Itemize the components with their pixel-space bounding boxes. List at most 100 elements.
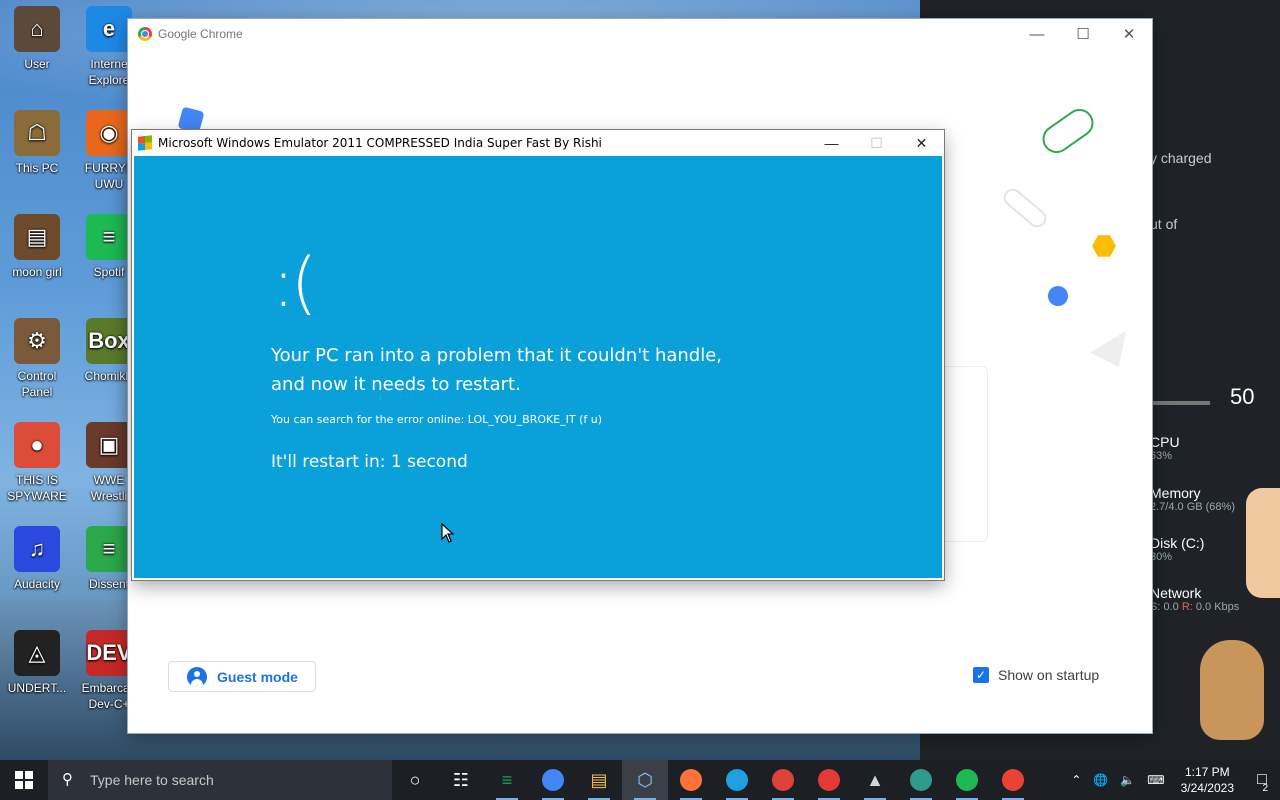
- desktop-app-icon: Box: [86, 318, 132, 364]
- edge-icon: [726, 769, 748, 791]
- desktop-icon[interactable]: ♫ Audacity: [0, 526, 74, 592]
- disk-stat[interactable]: Disk (C:) 30%: [1150, 535, 1204, 563]
- emulator-maximize-button[interactable]: ☐: [854, 130, 899, 156]
- windows-logo-icon: [15, 771, 33, 789]
- chrome-profile-2-icon: [818, 769, 840, 791]
- taskbar-app-button[interactable]: [944, 760, 990, 800]
- guest-mode-label: Guest mode: [217, 668, 298, 685]
- taskbar: ⚲ Type here to search ○ ☷ ≡ ▤ ⬡ ▲ ⌃ 🌐 🔈 ⌨ 1:1…: [0, 760, 1280, 800]
- blue-screen[interactable]: :( Your PC ran into a problem that it co…: [134, 156, 942, 578]
- taskbar-apps: ○ ☷ ≡ ▤ ⬡ ▲: [392, 760, 1036, 800]
- desktop-icon[interactable]: ◬ UNDERT...: [0, 630, 74, 696]
- desktop-icon[interactable]: ▤ moon girl: [0, 214, 74, 280]
- desktop-app-icon: ⌂: [14, 6, 60, 52]
- taskbar-app-button[interactable]: [990, 760, 1036, 800]
- desktop-icon-label: Audacity: [13, 577, 61, 591]
- desktop-app-icon: ≡: [86, 214, 132, 260]
- edge-beta-icon: [910, 769, 932, 791]
- network-stat[interactable]: Network S: 0.0 R: 0.0 Kbps: [1150, 585, 1239, 613]
- taskbar-app-button[interactable]: ○: [392, 760, 438, 800]
- yellow-hexagon-decoration: [1092, 235, 1116, 257]
- chrome-window-controls: — ☐ ✕: [1014, 19, 1152, 49]
- chrome-profile-icon: [772, 769, 794, 791]
- desktop-app-icon: ▣: [86, 422, 132, 468]
- emulator-window: Microsoft Windows Emulator 2011 COMPRESS…: [132, 130, 944, 580]
- desktop-app-icon: ⚙: [14, 318, 60, 364]
- chrome-title: Google Chrome: [158, 27, 243, 41]
- hamster-sticker: [1200, 640, 1264, 740]
- chrome-minimize-button[interactable]: —: [1014, 19, 1060, 49]
- droplet-icon: ▲: [866, 769, 884, 790]
- chrome-titlebar[interactable]: Google Chrome: [128, 19, 1152, 49]
- volume-value: 50: [1230, 384, 1255, 409]
- chrome-close-button[interactable]: ✕: [1106, 19, 1152, 49]
- desktop-app-icon: ◬: [14, 630, 60, 676]
- grey-link-decoration: [1000, 185, 1050, 231]
- taskbar-app-button[interactable]: ⬡: [622, 760, 668, 800]
- taskbar-app-button[interactable]: [668, 760, 714, 800]
- desktop-icon-label: moon girl: [12, 265, 62, 279]
- desktop-icon[interactable]: ☖ This PC: [0, 110, 74, 176]
- desktop-app-icon: ◉: [86, 110, 132, 156]
- taskbar-app-button[interactable]: [760, 760, 806, 800]
- guest-mode-button[interactable]: Guest mode: [168, 661, 316, 692]
- taskbar-app-button[interactable]: [530, 760, 576, 800]
- taskbar-app-button[interactable]: [898, 760, 944, 800]
- network-receive-label: R:: [1181, 601, 1193, 613]
- desktop-icon-label: Control Panel: [17, 369, 57, 399]
- emulator-close-button[interactable]: ✕: [899, 130, 944, 156]
- volume-muted-icon[interactable]: 🔈: [1114, 773, 1141, 787]
- desktop-icon[interactable]: ⌂ User: [0, 6, 74, 72]
- emulator-title: Microsoft Windows Emulator 2011 COMPRESS…: [158, 136, 602, 150]
- green-link-decoration: [1037, 103, 1099, 159]
- chrome-maximize-button[interactable]: ☐: [1060, 19, 1106, 49]
- desktop-icon[interactable]: ● THIS IS SPYWARE: [0, 422, 74, 504]
- desktop-app-icon: ▤: [14, 214, 60, 260]
- cortana-icon: ○: [409, 769, 421, 790]
- disk-value: 30%: [1150, 551, 1173, 563]
- network-send: S: 0.0: [1150, 601, 1179, 613]
- network-value: S: 0.0 R: 0.0 Kbps: [1150, 601, 1239, 613]
- desktop-icon-label: User: [24, 57, 50, 71]
- taskbar-app-button[interactable]: ▤: [576, 760, 622, 800]
- taskbar-app-button[interactable]: ☷: [438, 760, 484, 800]
- memory-label: Memory: [1150, 485, 1201, 501]
- show-on-startup-checkbox[interactable]: ✓: [973, 667, 989, 683]
- notification-center-button[interactable]: □ 2: [1244, 760, 1280, 800]
- start-button[interactable]: [0, 760, 48, 800]
- taskbar-app-button[interactable]: ≡: [484, 760, 530, 800]
- error-code-line: You can search for the error online: LOL…: [271, 413, 603, 426]
- chrome-logo-icon: [138, 27, 152, 41]
- taskbar-search-box[interactable]: ⚲ Type here to search: [48, 760, 392, 800]
- desktop-app-icon: ≡: [86, 526, 132, 572]
- clock-time: 1:17 PM: [1184, 765, 1230, 779]
- search-icon: ⚲: [62, 771, 73, 788]
- show-hidden-icons-icon[interactable]: ⌃: [1065, 773, 1087, 787]
- desktop-app-icon: ♫: [14, 526, 60, 572]
- desktop-icon[interactable]: ⚙ Control Panel: [0, 318, 74, 400]
- taskbar-app-button[interactable]: ▲: [852, 760, 898, 800]
- task-view-icon: ☷: [452, 769, 470, 790]
- network-receive: 0.0 Kbps: [1195, 601, 1240, 613]
- network-label: Network: [1150, 585, 1202, 601]
- emulator-minimize-button[interactable]: —: [809, 130, 854, 156]
- language-globe-icon[interactable]: 🌐: [1087, 773, 1114, 787]
- taskbar-app-button[interactable]: [806, 760, 852, 800]
- file-explorer-icon: ▤: [590, 769, 608, 790]
- sad-face: :(: [272, 244, 317, 323]
- cpu-label: CPU: [1150, 434, 1180, 450]
- search-placeholder: Type here to search: [90, 772, 214, 788]
- chrome-icon: [542, 769, 564, 791]
- cpu-value: 63%: [1150, 450, 1173, 462]
- volume-track: [1150, 401, 1210, 405]
- error-message-line-2: and now it needs to restart.: [271, 374, 521, 395]
- taskbar-app-button[interactable]: [714, 760, 760, 800]
- mouse-cursor-icon: [441, 523, 455, 543]
- memory-value: 2.7/4.0 GB (68%): [1150, 501, 1235, 513]
- show-on-startup-option[interactable]: ✓ Show on startup: [973, 667, 1099, 683]
- cpu-stat[interactable]: CPU 63%: [1150, 434, 1180, 462]
- taskbar-clock[interactable]: 1:17 PM 3/24/2023: [1171, 764, 1244, 796]
- memory-stat[interactable]: Memory 2.7/4.0 GB (68%): [1150, 485, 1235, 513]
- windows-flag-icon: [138, 135, 152, 151]
- keyboard-icon[interactable]: ⌨: [1141, 773, 1170, 787]
